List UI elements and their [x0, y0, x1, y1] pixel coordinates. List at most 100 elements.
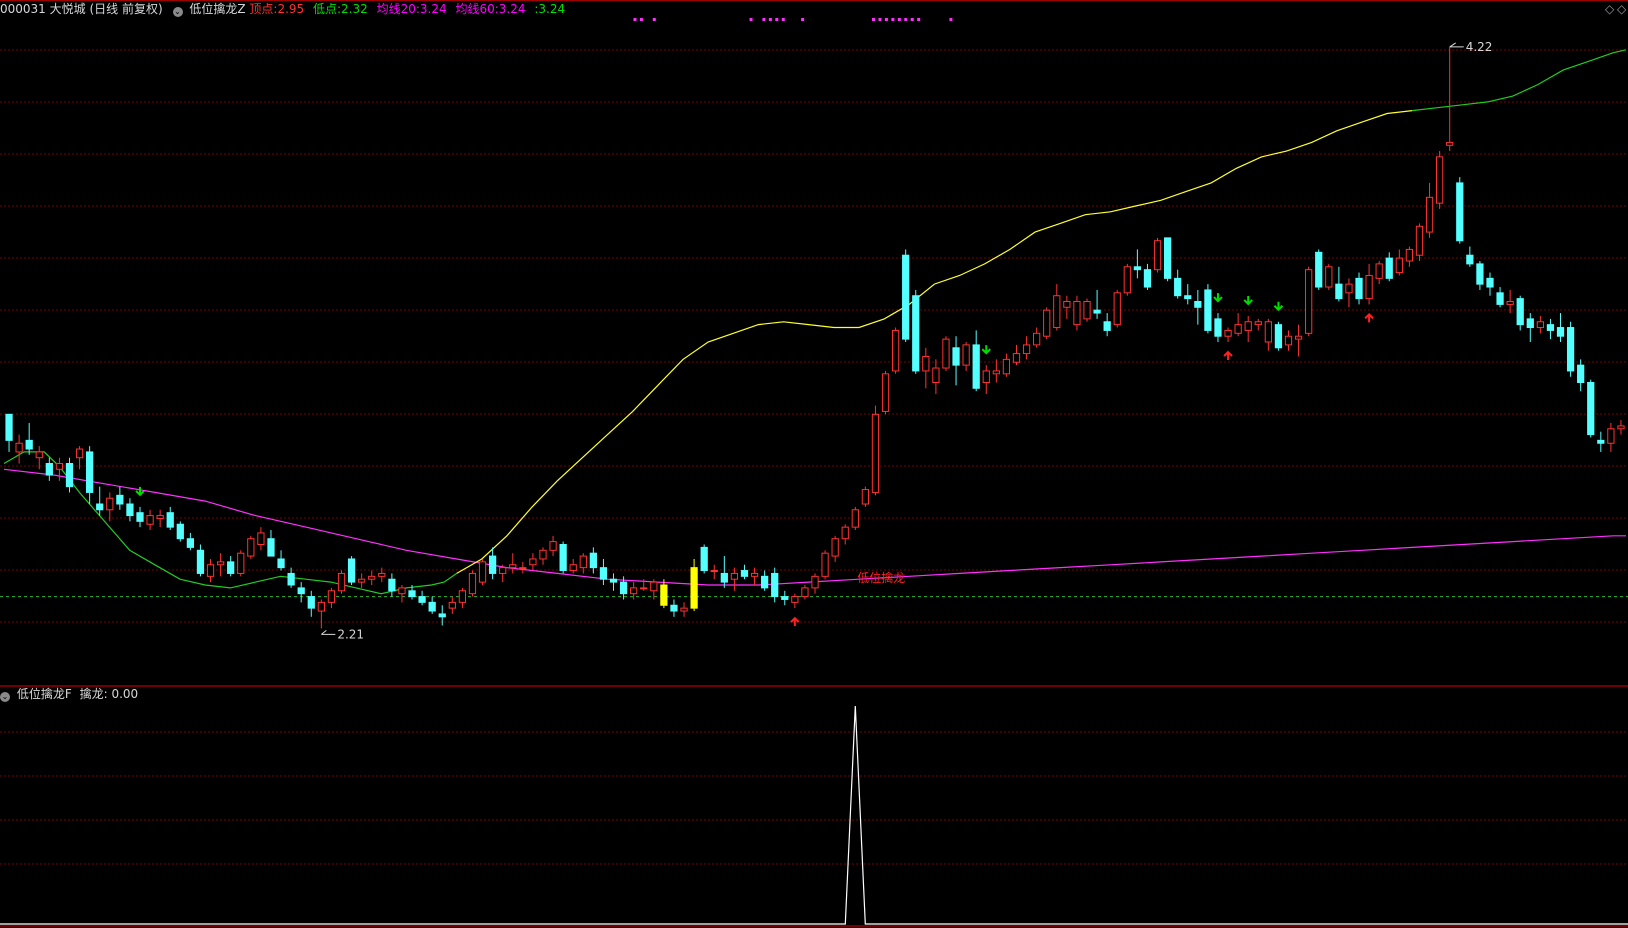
- sub-indicator-label: 擒龙:: [79, 687, 108, 701]
- candle-body: [871, 413, 880, 493]
- candle-body: [267, 538, 275, 557]
- candle-body: [801, 587, 809, 598]
- candle-body: [388, 578, 396, 592]
- candle-body: [831, 538, 839, 557]
- candle-body: [297, 587, 305, 595]
- candle-body: [932, 367, 940, 383]
- candle-body: [861, 489, 869, 505]
- candle-body: [690, 567, 698, 609]
- circle-chevron-icon[interactable]: ⌄: [172, 7, 183, 17]
- candle-body: [811, 575, 819, 589]
- candle-body: [1204, 289, 1212, 331]
- candle-body: [710, 570, 718, 573]
- candle-body: [1053, 295, 1061, 329]
- ma60-line: [3, 468, 1626, 586]
- candle-body: [1315, 251, 1323, 288]
- indicator-name[interactable]: 低位擒龙Z: [189, 2, 245, 16]
- candle-body: [327, 590, 336, 603]
- candle-body: [1184, 295, 1192, 300]
- candle-body: [317, 601, 325, 612]
- candle-body: [25, 439, 33, 450]
- candlestick-chart[interactable]: 4.22 2.21 低位擒龙: [0, 0, 1628, 928]
- candle-body: [398, 587, 406, 595]
- candle-body: [5, 413, 13, 441]
- candle-body: [438, 613, 446, 618]
- candle-body: [65, 463, 74, 488]
- candle-body: [347, 558, 356, 583]
- candle-body: [1305, 269, 1313, 334]
- candle-body: [458, 590, 467, 603]
- candle-body: [509, 564, 517, 569]
- candle-body: [549, 541, 557, 551]
- legend-item-ma20: 均线20:3.24: [376, 2, 447, 16]
- candle-body: [881, 373, 890, 412]
- sub-indicator-name[interactable]: 低位擒龙F: [17, 687, 72, 701]
- candle-body: [1365, 274, 1373, 300]
- candle-body: [1133, 266, 1142, 271]
- candle-body: [499, 567, 507, 574]
- candle-body: [650, 581, 658, 592]
- signal-spike-line: [0, 705, 1628, 925]
- candle-body: [75, 448, 84, 459]
- candle-body: [589, 552, 597, 569]
- arrow-up-icon: [790, 616, 800, 627]
- circle-chevron-icon[interactable]: ⌄: [0, 692, 10, 702]
- candle-body: [378, 572, 386, 577]
- candle-body: [1335, 283, 1343, 300]
- candle-body: [609, 578, 618, 583]
- candle-body: [1093, 309, 1101, 314]
- arrow-up-icon: [1364, 312, 1374, 323]
- candle-body: [1274, 324, 1283, 349]
- top-dot-marker: [762, 18, 766, 21]
- candle-body: [1043, 309, 1051, 337]
- candle-body: [1435, 156, 1444, 204]
- candle-body: [468, 572, 477, 595]
- sub-chart-header: ⌄ 低位擒龙F 擒龙: 0.00: [0, 686, 138, 702]
- candle-body: [1607, 428, 1615, 444]
- candle-body: [1294, 335, 1303, 340]
- candle-body: [1123, 266, 1131, 294]
- candle-body: [176, 523, 184, 540]
- top-dot-marker: [639, 18, 643, 21]
- top-dot-marker: [652, 18, 656, 21]
- candle-body: [771, 572, 779, 598]
- diamond-icon[interactable]: ◇: [1617, 2, 1626, 16]
- top-dot-marker: [872, 18, 876, 21]
- candle-body: [912, 295, 920, 372]
- candle-body: [1103, 321, 1111, 331]
- candle-body: [972, 344, 980, 389]
- candle-body: [126, 503, 134, 517]
- arrow-down-icon: [1243, 295, 1253, 306]
- top-dot-marker: [891, 18, 895, 21]
- candle-body: [922, 355, 930, 372]
- candle-body: [1385, 257, 1393, 279]
- candle-body: [519, 567, 527, 570]
- candle-body: [821, 552, 829, 577]
- candle-body: [337, 572, 346, 592]
- top-dot-marker: [884, 18, 888, 21]
- max-price-label: 4.22: [1466, 40, 1493, 54]
- candle-body: [559, 544, 567, 572]
- candle-body: [1345, 283, 1353, 294]
- candle-body: [86, 451, 94, 493]
- diamond-icon[interactable]: ◇: [1605, 2, 1614, 16]
- candle-body: [680, 607, 688, 612]
- candle-body: [287, 572, 295, 586]
- arrow-down-icon: [981, 345, 991, 355]
- candle-body: [196, 549, 205, 574]
- top-dot-marker: [949, 18, 953, 21]
- candle-body: [1446, 141, 1454, 146]
- candle-body: [660, 584, 668, 606]
- candle-body: [539, 549, 547, 560]
- arrow-down-icon: [1273, 301, 1284, 312]
- candle-body: [15, 442, 23, 453]
- candle-body: [619, 581, 628, 595]
- candle-body: [1012, 353, 1021, 363]
- candle-body: [227, 561, 235, 574]
- sub-indicator-value: 0.00: [111, 687, 139, 701]
- stock-code: 000031: [0, 2, 46, 16]
- max-price-pointer: [1449, 42, 1464, 48]
- candle-body: [1556, 327, 1565, 337]
- top-dot-marker: [910, 18, 914, 21]
- candle-body: [166, 512, 174, 528]
